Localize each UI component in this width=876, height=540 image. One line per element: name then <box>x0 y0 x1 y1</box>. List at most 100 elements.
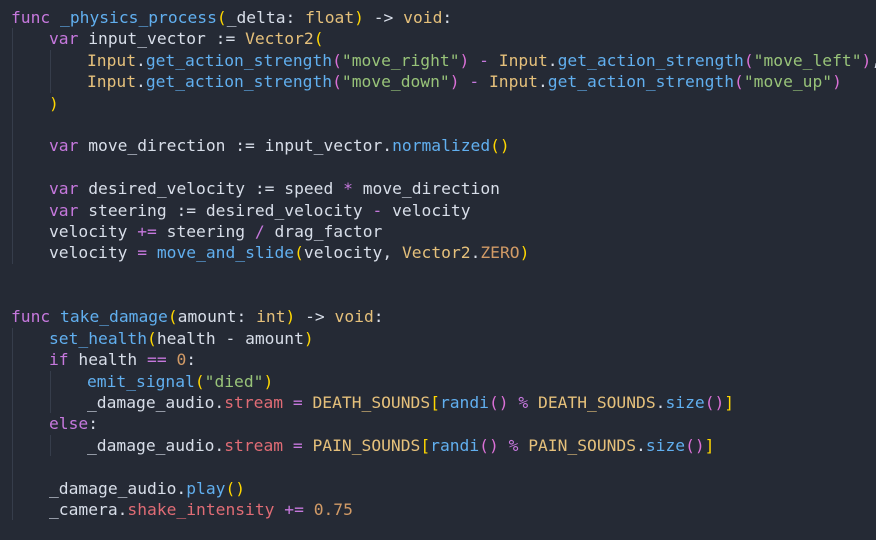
code-line[interactable]: _damage_audio.stream = PAIN_SOUNDS[randi… <box>11 434 876 457</box>
code-line[interactable]: else: <box>11 413 876 435</box>
code-line[interactable]: Input.get_action_strength("move_right") … <box>11 49 876 72</box>
code-line-content: _damage_audio.play() <box>49 478 245 499</box>
code-token: Vector2 <box>401 243 471 263</box>
code-line[interactable]: var desired_velocity := speed * move_dir… <box>11 178 876 200</box>
code-line[interactable]: _camera.shake_intensity += 0.75 <box>11 498 876 521</box>
code-token: ) <box>49 93 59 113</box>
code-token: () <box>704 393 725 413</box>
code-token: % <box>518 393 529 413</box>
code-line[interactable]: ) <box>11 92 876 114</box>
indent-guide <box>12 49 13 72</box>
indent-guide <box>12 71 13 93</box>
code-token: 0 <box>176 350 187 370</box>
code-line-content: set_health(health - amount) <box>49 328 314 349</box>
code-token: shake_intensity <box>127 499 275 519</box>
code-line[interactable]: _damage_audio.stream = DEATH_SOUNDS[rand… <box>11 392 876 414</box>
code-line[interactable]: func take_damage(amount: int) -> void: <box>11 306 876 327</box>
code-token: ) <box>519 243 530 263</box>
indent-guide <box>12 477 13 499</box>
code-token: play <box>186 478 226 498</box>
indent-guide <box>12 135 13 157</box>
code-token: Input <box>87 50 137 70</box>
code-token: == <box>147 350 167 370</box>
code-line[interactable] <box>11 156 876 179</box>
code-line[interactable]: var move_direction := input_vector.norma… <box>11 135 876 157</box>
code-token: velocity <box>49 243 138 263</box>
code-line[interactable] <box>11 456 876 478</box>
code-line-content: var input_vector := Vector2( <box>49 28 324 49</box>
code-token: : <box>442 8 453 27</box>
code-token: stream <box>224 435 284 455</box>
code-token: ) <box>449 72 460 92</box>
code-token: Input <box>488 72 538 92</box>
code-line[interactable]: var input_vector := Vector2( <box>11 28 876 50</box>
code-token: input_vector := <box>78 29 246 49</box>
code-token: ( <box>743 50 754 70</box>
code-line[interactable]: if health == 0: <box>11 349 876 371</box>
code-line[interactable]: _damage_audio.play() <box>11 477 876 499</box>
code-token: - <box>469 72 480 92</box>
code-line[interactable]: emit_signal("died") <box>11 370 876 393</box>
code-token: PAIN_SOUNDS <box>312 435 421 455</box>
code-token: get_action_strength <box>145 50 333 70</box>
code-token: ZERO <box>480 243 520 263</box>
code-line-content: _damage_audio.stream = DEATH_SOUNDS[rand… <box>87 392 734 413</box>
code-editor[interactable]: func _physics_process(_delta: float) -> … <box>11 7 876 521</box>
code-token: size <box>665 393 705 413</box>
code-token: velocity, <box>303 243 402 263</box>
code-token: var <box>49 179 79 199</box>
code-token: . <box>537 72 548 92</box>
code-token: _delta: <box>226 8 306 27</box>
code-token: _damage_audio. <box>87 435 225 455</box>
code-line[interactable]: velocity += steering / drag_factor <box>11 220 876 243</box>
code-line[interactable]: velocity = move_and_slide(velocity, Vect… <box>11 242 876 264</box>
code-token: () <box>225 478 246 498</box>
code-token: - <box>372 200 383 220</box>
code-token: ( <box>332 72 342 92</box>
code-token: move_and_slide <box>156 243 295 263</box>
code-token: _damage_audio. <box>87 393 225 413</box>
code-token: ( <box>216 8 227 27</box>
code-token: ( <box>147 328 157 348</box>
code-line[interactable]: func _physics_process(_delta: float) -> … <box>11 7 876 28</box>
code-token: move_direction <box>352 179 500 199</box>
code-token: move_direction := input_vector. <box>78 136 393 156</box>
code-token: if <box>49 350 69 370</box>
indent-guide <box>12 456 13 478</box>
code-token: ] <box>724 393 735 413</box>
code-token: var <box>49 136 79 156</box>
code-token: ( <box>167 307 178 327</box>
code-token: . <box>636 435 646 455</box>
code-line-content: func take_damage(amount: int) -> void: <box>11 306 384 327</box>
code-line[interactable] <box>11 264 876 285</box>
code-token: () <box>685 435 705 455</box>
code-token: : <box>88 414 99 434</box>
code-token: get_action_strength <box>547 72 735 92</box>
code-line[interactable] <box>11 285 876 306</box>
code-line[interactable]: Input.get_action_strength("move_down") -… <box>11 71 876 93</box>
code-line[interactable]: var steering := desired_velocity - veloc… <box>11 199 876 221</box>
code-line-content: _damage_audio.stream = PAIN_SOUNDS[randi… <box>87 435 714 456</box>
code-token: ( <box>313 29 324 49</box>
code-token: DEATH_SOUNDS <box>312 393 431 413</box>
code-token: steering <box>156 221 255 241</box>
indent-guide <box>12 242 13 264</box>
code-line-content: ) <box>49 93 59 114</box>
code-token: size <box>645 435 686 455</box>
code-line[interactable] <box>11 113 876 136</box>
code-token: -> <box>295 307 335 327</box>
indent-guide <box>12 392 13 414</box>
code-token: Input <box>498 50 548 70</box>
code-line-content: emit_signal("died") <box>87 371 273 392</box>
code-line[interactable]: set_health(health - amount) <box>11 327 876 350</box>
code-line-content: func _physics_process(_delta: float) -> … <box>11 7 452 28</box>
